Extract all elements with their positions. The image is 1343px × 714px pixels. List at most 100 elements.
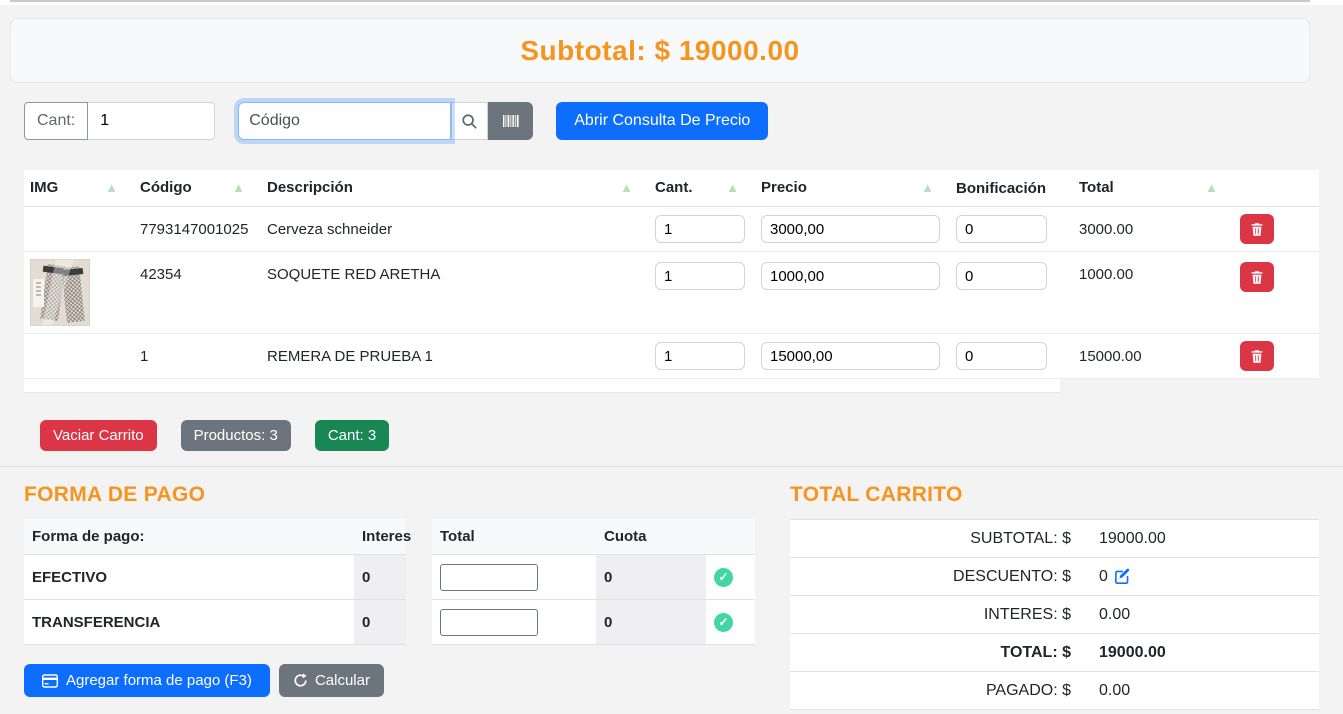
payment-col-cuota: Cuota (596, 519, 706, 555)
product-code: 7793147001025 (134, 207, 261, 252)
row-precio-input[interactable] (761, 215, 940, 243)
col-header-bonificacion[interactable]: Bonificación (950, 170, 1073, 207)
subtotal-card: Subtotal: $ 19000.00 (10, 18, 1310, 83)
row-cant-input[interactable] (655, 215, 745, 243)
row-bonificacion-input[interactable] (956, 215, 1047, 243)
payment-col-total: Total (432, 519, 596, 555)
hscrollbar-thumb[interactable] (24, 379, 1060, 393)
totals-value: 19000.00 (1085, 634, 1319, 672)
cart-table-hscrollbar (24, 379, 1319, 393)
delete-row-button[interactable] (1240, 214, 1274, 244)
total-cart-section: TOTAL CARRITO SUBTOTAL: $ 19000.00 DESCU… (790, 483, 1319, 710)
payment-title: FORMA DE PAGO (24, 483, 755, 507)
row-bonificacion-input[interactable] (956, 342, 1047, 370)
totals-row-interes: INTERES: $ 0.00 (790, 596, 1319, 634)
totals-row-pagado: PAGADO: $ 0.00 (790, 672, 1319, 710)
delete-row-button[interactable] (1240, 262, 1274, 292)
cart-table-container: IMG▲ Código▲ Descripción▲ Cant.▲ Precio▲… (24, 170, 1319, 379)
payment-total-input[interactable] (440, 564, 538, 591)
product-description: Cerveza schneider (261, 207, 649, 252)
col-header-descripcion[interactable]: Descripción▲ (261, 170, 649, 207)
sort-icon: ▲ (1205, 179, 1218, 197)
cart-row-1: 7793147001025 Cerveza schneider 3000.00 (24, 207, 1319, 252)
cart-actions-row: Vaciar Carrito Productos: 3 Cant: 3 (40, 420, 1343, 451)
subtotal-text: Subtotal: $ 19000.00 (520, 35, 799, 67)
totals-label: DESCUENTO: $ (790, 558, 1085, 596)
totals-row-total: TOTAL: $ 19000.00 (790, 634, 1319, 672)
add-payment-method-button[interactable]: Agregar forma de pago (F3) (24, 664, 270, 697)
row-cant-input[interactable] (655, 262, 745, 290)
payment-method-name: TRANSFERENCIA (24, 600, 354, 645)
col-header-codigo[interactable]: Código▲ (134, 170, 261, 207)
payment-row-2: TRANSFERENCIA 0 0 ✓ (24, 600, 755, 645)
search-icon (461, 113, 478, 130)
sort-icon: ▲ (620, 179, 633, 197)
trash-icon (1250, 349, 1264, 364)
open-price-query-button[interactable]: Abrir Consulta De Precio (556, 102, 768, 140)
edit-discount-icon[interactable] (1114, 568, 1131, 585)
col-header-cant[interactable]: Cant.▲ (649, 170, 755, 207)
products-count-badge[interactable]: Productos: 3 (181, 420, 291, 451)
payment-col-status (706, 519, 755, 555)
payment-col-forma: Forma de pago: (24, 519, 354, 555)
barcode-button[interactable] (488, 102, 533, 140)
trash-icon (1250, 222, 1264, 237)
col-header-img[interactable]: IMG▲ (24, 170, 134, 207)
totals-label: TOTAL: $ (790, 634, 1085, 672)
bottom-section: FORMA DE PAGO Forma de pago: Interes Tot… (0, 467, 1343, 710)
search-button[interactable] (451, 102, 488, 140)
payment-method-name: EFECTIVO (24, 555, 354, 600)
payment-header-row: Forma de pago: Interes Total Cuota (24, 519, 755, 555)
col-header-precio[interactable]: Precio▲ (755, 170, 950, 207)
payment-total-input[interactable] (440, 609, 538, 636)
check-circle-icon[interactable]: ✓ (714, 613, 733, 632)
col-header-total[interactable]: Total▲ (1073, 170, 1234, 207)
total-cart-title: TOTAL CARRITO (790, 483, 1319, 507)
product-image-cell (24, 334, 134, 379)
barcode-icon (502, 114, 520, 128)
payment-row-1: EFECTIVO 0 0 ✓ (24, 555, 755, 600)
payment-table: Forma de pago: Interes Total Cuota EFECT… (24, 519, 755, 645)
cant-input-group: Cant: (24, 102, 215, 140)
payment-interes-value: 0 (354, 555, 406, 600)
sort-icon: ▲ (726, 179, 739, 197)
row-precio-input[interactable] (761, 342, 940, 370)
controls-row: Cant: Abrir Consulta De Precio (24, 102, 1319, 140)
product-image-cell (24, 252, 134, 334)
check-circle-icon[interactable]: ✓ (714, 568, 733, 587)
quantity-count-badge[interactable]: Cant: 3 (315, 420, 389, 451)
totals-value: 0.00 (1085, 672, 1319, 710)
payment-interes-value: 0 (354, 600, 406, 645)
codigo-input-group (238, 102, 533, 140)
credit-card-icon (42, 674, 58, 688)
product-image (30, 259, 128, 326)
row-precio-input[interactable] (761, 262, 940, 290)
sort-icon: ▲ (232, 179, 245, 197)
cart-row-3: 1 REMERA DE PRUEBA 1 15000.00 (24, 334, 1319, 379)
row-total: 15000.00 (1073, 334, 1234, 379)
totals-label: SUBTOTAL: $ (790, 520, 1085, 558)
row-cant-input[interactable] (655, 342, 745, 370)
delete-row-button[interactable] (1240, 341, 1274, 371)
codigo-input[interactable] (238, 102, 451, 140)
sort-icon: ▲ (921, 179, 934, 197)
col-header-actions (1234, 170, 1319, 207)
row-total: 1000.00 (1073, 252, 1234, 334)
cant-label: Cant: (24, 102, 88, 140)
cant-input[interactable] (88, 102, 215, 140)
totals-value: 0.00 (1085, 596, 1319, 634)
empty-cart-button[interactable]: Vaciar Carrito (40, 420, 157, 451)
payment-section: FORMA DE PAGO Forma de pago: Interes Tot… (24, 483, 755, 697)
payment-col-interes: Interes (354, 519, 406, 555)
total-cart-table: SUBTOTAL: $ 19000.00 DESCUENTO: $ 0 (790, 519, 1319, 710)
calculate-button[interactable]: Calcular (279, 664, 384, 697)
totals-label: PAGADO: $ (790, 672, 1085, 710)
product-image-cell (24, 207, 134, 252)
cart-table: IMG▲ Código▲ Descripción▲ Cant.▲ Precio▲… (24, 170, 1319, 379)
totals-row-subtotal: SUBTOTAL: $ 19000.00 (790, 520, 1319, 558)
product-code: 42354 (134, 252, 261, 334)
cart-row-2: 42354 SOQUETE RED ARETHA 1000.00 (24, 252, 1319, 334)
row-bonificacion-input[interactable] (956, 262, 1047, 290)
payment-cuota-value: 0 (596, 555, 706, 600)
payment-cuota-value: 0 (596, 600, 706, 645)
